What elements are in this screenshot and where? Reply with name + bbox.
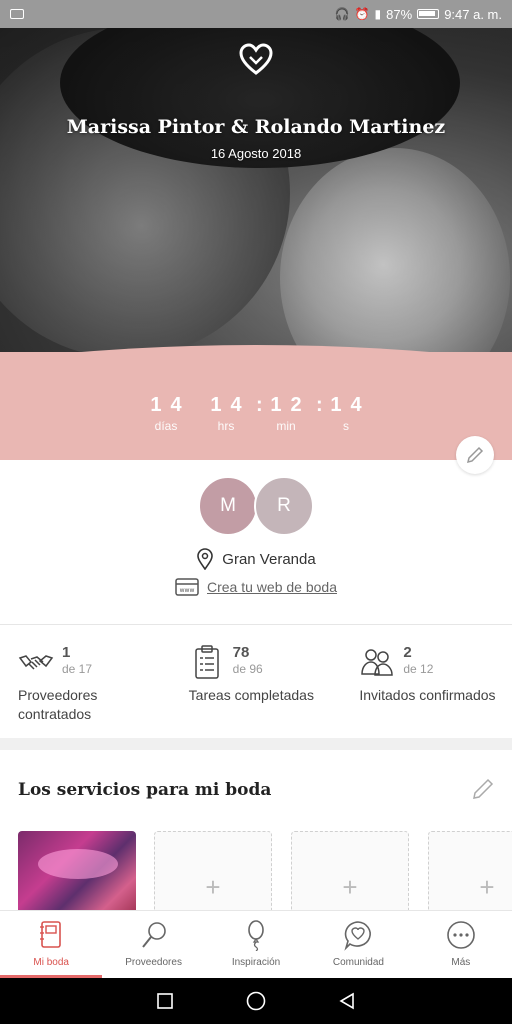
headphones-icon: 🎧 [334, 7, 350, 21]
stat-vendors[interactable]: 1 de 17 Proveedores contratados [0, 640, 171, 732]
divider [0, 624, 512, 625]
alarm-icon: ⏰ [354, 7, 370, 21]
stat-guests[interactable]: 2 de 12 Invitados confirmados [341, 640, 512, 732]
create-website-label: Crea tu web de boda [207, 579, 337, 595]
checklist-icon [194, 645, 219, 679]
notebook-icon [40, 921, 62, 948]
balloon-icon [248, 920, 264, 951]
guests-icon [361, 649, 394, 676]
battery-percent: 87% [386, 6, 413, 22]
add-service-card[interactable]: + [154, 831, 272, 911]
add-service-card[interactable]: + [291, 831, 409, 911]
countdown-days: 14 días [150, 394, 191, 433]
plus-icon: + [342, 871, 358, 902]
plus-icon: + [205, 871, 221, 902]
avatar[interactable]: R [254, 476, 314, 536]
service-card-photo[interactable] [18, 831, 136, 911]
create-website-link[interactable]: www Crea tu web de boda [0, 578, 512, 596]
location-pin-icon [197, 548, 214, 570]
message-icon [10, 9, 24, 19]
plus-icon: + [479, 871, 495, 902]
countdown-minutes: 12 min [270, 394, 311, 433]
wedding-date: 16 Agosto 2018 [210, 146, 302, 161]
bottom-nav: Mi boda Proveedores Inspiración Comunida… [0, 910, 512, 978]
more-dots-icon [447, 921, 475, 949]
recents-icon[interactable] [155, 991, 175, 1011]
venue[interactable]: Gran Veranda [0, 548, 512, 570]
battery-icon [417, 9, 440, 19]
status-bar: 🎧 ⏰ ▮ 87% 9:47 a. m. [0, 0, 512, 28]
nav-proveedores[interactable]: Proveedores [102, 911, 204, 978]
couple-avatars: M R [0, 476, 512, 536]
services-title: Los servicios para mi boda [18, 780, 272, 800]
svg-text:www: www [180, 587, 195, 594]
venue-name: Gran Veranda [222, 550, 316, 568]
signal-icon: ▮ [374, 7, 382, 21]
handshake-icon [18, 655, 54, 670]
back-icon[interactable] [337, 991, 357, 1011]
countdown-hours: 14 hrs [210, 394, 251, 433]
section-divider [0, 738, 512, 750]
magnifier-icon [141, 922, 166, 948]
clock: 9:47 a. m. [444, 6, 502, 22]
countdown-seconds: 14 s [330, 394, 371, 433]
website-icon: www [175, 578, 199, 596]
chat-heart-icon [344, 921, 372, 951]
nav-inspiracion[interactable]: Inspiración [205, 911, 307, 978]
add-service-card[interactable]: + [428, 831, 512, 911]
pencil-icon [466, 446, 484, 464]
system-nav-bar [0, 978, 512, 1024]
stat-tasks[interactable]: 78 de 96 Tareas completadas [171, 640, 342, 732]
countdown: 14 días 14 hrs : 12 min : 14 s [0, 394, 512, 433]
couple-names: Marissa Pintor & Rolando Martinez [66, 116, 446, 138]
nav-mas[interactable]: Más [410, 911, 512, 978]
service-cards: + + + [18, 831, 512, 911]
heart-logo-icon [239, 43, 273, 75]
avatar[interactable]: M [198, 476, 258, 536]
edit-wedding-button[interactable] [456, 436, 494, 474]
nav-comunidad[interactable]: Comunidad [307, 911, 409, 978]
stats-row: 1 de 17 Proveedores contratados 78 de 96… [0, 640, 512, 732]
pencil-icon[interactable] [470, 776, 496, 802]
nav-mi-boda[interactable]: Mi boda [0, 911, 103, 978]
home-icon[interactable] [245, 990, 267, 1012]
